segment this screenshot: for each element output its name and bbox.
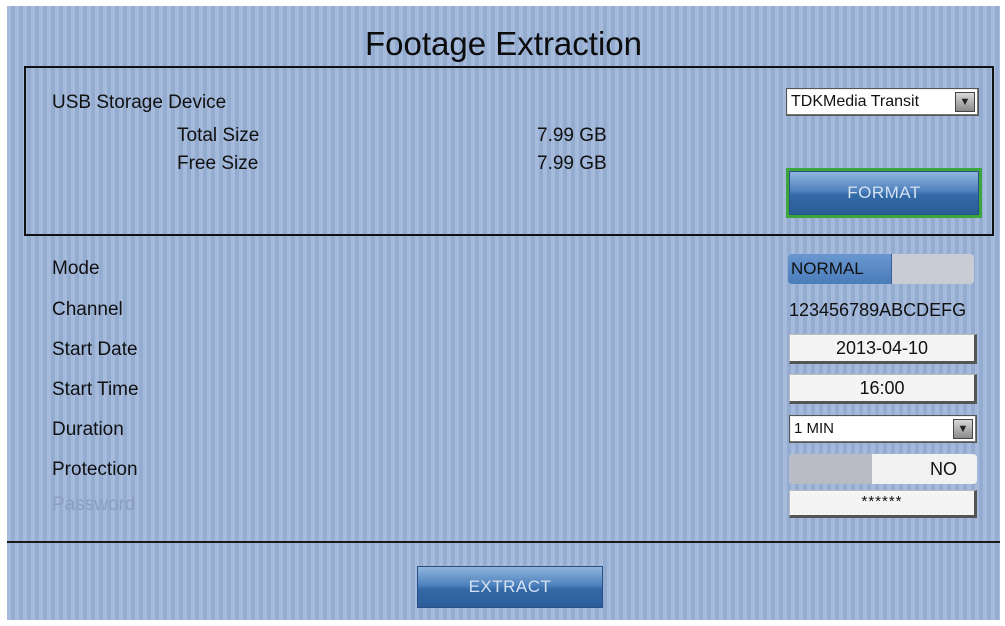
total-size-label: Total Size: [177, 125, 260, 146]
dropdown-arrow-icon[interactable]: ▼: [955, 92, 975, 112]
mode-toggle[interactable]: NORMAL: [788, 254, 974, 284]
protection-toggle[interactable]: NO: [789, 454, 977, 484]
extract-button[interactable]: EXTRACT: [417, 566, 603, 608]
start-time-label: Start Time: [52, 379, 139, 400]
start-date-label: Start Date: [52, 339, 138, 360]
start-date-field[interactable]: 2013-04-10: [789, 334, 977, 364]
usb-device-select[interactable]: TDKMedia Transit ▼: [786, 88, 979, 116]
password-field[interactable]: ******: [789, 490, 977, 518]
footage-extraction-screen: Footage Extraction USB Storage Device TD…: [7, 6, 1000, 620]
channel-label: Channel: [52, 299, 123, 320]
duration-select[interactable]: 1 MIN ▼: [789, 415, 977, 443]
page-title: Footage Extraction: [365, 25, 642, 62]
duration-value: 1 MIN: [794, 420, 835, 437]
free-size-label: Free Size: [177, 153, 259, 174]
usb-storage-device-label: USB Storage Device: [52, 92, 227, 113]
footer-divider: [7, 541, 1000, 543]
password-label: Password: [52, 494, 136, 515]
mode-value: NORMAL: [791, 259, 864, 278]
format-button[interactable]: FORMAT: [789, 171, 979, 215]
duration-label: Duration: [52, 419, 124, 440]
start-time-field[interactable]: 16:00: [789, 374, 977, 404]
channel-selector[interactable]: 123456789ABCDEFG: [789, 298, 966, 322]
free-size-value: 7.99 GB: [537, 153, 607, 174]
mode-label: Mode: [52, 258, 100, 279]
protection-toggle-off-segment: [789, 454, 872, 484]
usb-device-value: TDKMedia Transit: [791, 93, 920, 110]
protection-label: Protection: [52, 459, 138, 480]
protection-value: NO: [930, 459, 957, 479]
total-size-value: 7.99 GB: [537, 125, 607, 146]
dropdown-arrow-icon[interactable]: ▼: [953, 419, 973, 439]
